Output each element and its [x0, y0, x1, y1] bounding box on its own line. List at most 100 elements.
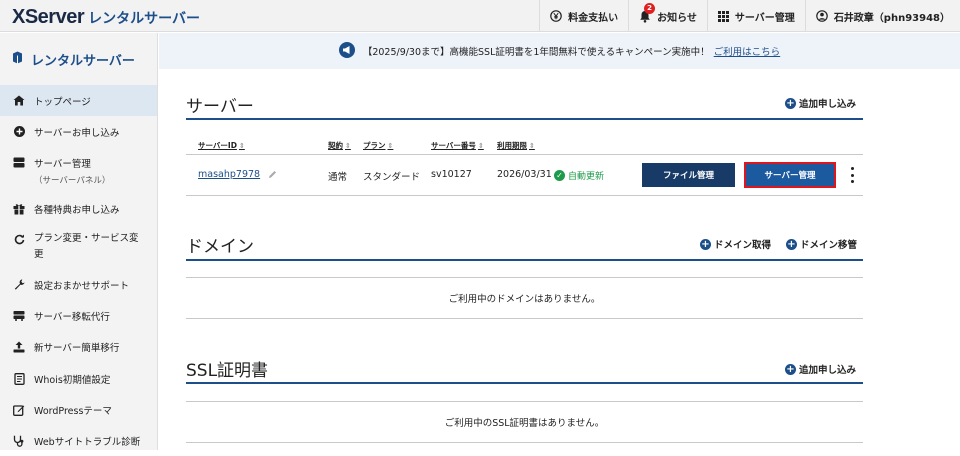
bell-icon: 2	[639, 2, 656, 23]
plus-circle-icon	[12, 126, 26, 137]
sidebar-item-plan-change[interactable]: プラン変更・サービス変更	[0, 223, 157, 269]
ssl-table-top-divider	[186, 401, 863, 402]
domain-table-top-divider	[186, 277, 863, 278]
server-mgmt-link[interactable]: サーバー管理	[706, 0, 805, 32]
sidebar-item-migration-service[interactable]: サーバー移転代行	[0, 300, 157, 331]
sidebar-item-setup-support[interactable]: 設定おまかせサポート	[0, 269, 157, 300]
campaign-banner: 【2025/9/30まで】高機能SSL証明書を1年間無料で使えるキャンペーン実施…	[159, 33, 960, 69]
sidebar-item-label: 設定おまかせサポート	[34, 280, 130, 292]
domain-acquire-link[interactable]: + ドメイン取得	[700, 237, 771, 251]
grid-icon	[717, 10, 729, 22]
sidebar-item-label: Webサイトトラブル診断	[34, 436, 141, 448]
sidebar-item-wp-theme[interactable]: WordPressテーマ	[0, 394, 157, 425]
sidebar-item-label: トップページ	[34, 96, 91, 108]
sidebar-item-label: サーバー移転代行	[34, 311, 110, 323]
notices-link[interactable]: 2 お知らせ	[628, 0, 707, 32]
col-header-server-number[interactable]: サーバー番号 ⇕	[431, 140, 484, 151]
col-header-expiry[interactable]: 利用期限 ⇕	[497, 140, 535, 151]
sidebar-title[interactable]: レンタルサーバー	[0, 33, 157, 85]
more-menu-icon[interactable]	[848, 165, 856, 185]
logo[interactable]: XServer レンタルサーバー	[12, 6, 200, 28]
ssl-section-divider	[186, 382, 863, 384]
plus-circle-icon: +	[700, 238, 711, 250]
gift-icon	[12, 203, 26, 215]
sidebar-item-whois[interactable]: Whois初期値設定	[0, 363, 157, 394]
col-header-label: サーバー番号	[431, 141, 476, 150]
ssl-add-link[interactable]: + 追加申し込み	[785, 362, 856, 376]
server-add-link[interactable]: + 追加申し込み	[785, 96, 856, 110]
server-panel-button[interactable]: サーバー管理	[744, 162, 836, 188]
user-menu[interactable]: 石井政章（phn93948）	[804, 0, 960, 32]
col-header-label: プラン	[363, 141, 386, 150]
sidebar-item-label: サーバー管理	[34, 159, 91, 170]
sidebar-item-top[interactable]: トップページ	[0, 85, 157, 116]
sidebar-item-site-diagnosis[interactable]: Webサイトトラブル診断	[0, 425, 157, 456]
sidebar-item-sublabel: （サーバーパネル）	[34, 176, 111, 186]
col-header-server-id[interactable]: サーバーID ⇕	[198, 140, 245, 151]
domain-transfer-link[interactable]: + ドメイン移管	[786, 237, 857, 251]
sidebar-item-order[interactable]: サーバーお申し込み	[0, 116, 157, 147]
col-header-label: サーバーID	[198, 141, 237, 150]
sidebar-item-easy-migration[interactable]: 新サーバー簡単移行	[0, 331, 157, 363]
server-icon	[12, 157, 26, 168]
notices-badge: 2	[644, 2, 656, 14]
ssl-section-title: SSL証明書	[186, 361, 269, 381]
domain-section-title: ドメイン	[186, 237, 254, 257]
pencil-icon[interactable]	[268, 170, 277, 179]
sidebar-item-label: 新サーバー簡単移行	[34, 343, 120, 354]
domain-table-bottom-divider	[186, 318, 863, 319]
domain-empty-message: ご利用中のドメインはありません。	[448, 294, 601, 305]
auto-renew-label: 自動更新	[568, 172, 605, 182]
sort-icon: ⇕	[529, 142, 535, 150]
server-add-label: 追加申し込み	[799, 99, 857, 110]
sidebar-item-label: WordPressテーマ	[34, 405, 112, 417]
cube-icon	[12, 51, 23, 68]
sidebar-title-label: レンタルサーバー	[31, 53, 135, 69]
top-bar: XServer レンタルサーバー 料金支払い 2 お知らせ サーバー管理 石井政…	[0, 0, 960, 32]
expiry-cell: 2026/03/31	[497, 169, 552, 180]
plan-cell: スタンダード	[363, 172, 421, 183]
stethoscope-icon	[12, 435, 26, 447]
sort-icon: ⇕	[387, 142, 394, 150]
banner-link[interactable]: ご利用はこちら	[714, 44, 781, 58]
document-icon	[12, 372, 26, 385]
server-id-link[interactable]: masahp7978	[198, 169, 260, 180]
ssl-add-label: 追加申し込み	[799, 365, 857, 376]
sidebar-item-benefits[interactable]: 各種特典お申し込み	[0, 194, 157, 223]
truck-icon	[12, 310, 26, 321]
col-header-label: 契約	[328, 141, 343, 150]
server-mgmt-label: サーバー管理	[734, 12, 795, 24]
col-header-plan[interactable]: プラン ⇕	[363, 140, 393, 151]
sidebar: レンタルサーバー トップページ サーバーお申し込み サーバー管理 （サーバーパネ…	[0, 33, 158, 450]
megaphone-icon	[338, 41, 355, 61]
sidebar-item-label: Whois初期値設定	[34, 374, 111, 386]
logo-main: XServer	[12, 6, 85, 28]
ssl-empty-message: ご利用中のSSL証明書はありません。	[444, 418, 605, 429]
domain-acquire-label: ドメイン取得	[714, 240, 772, 251]
server-number-cell: sv10127	[431, 169, 472, 180]
notices-label: お知らせ	[657, 12, 697, 24]
table-row: masahp7978	[198, 169, 277, 180]
check-circle-icon: ✓	[554, 170, 565, 181]
col-header-label: 利用期限	[497, 141, 527, 150]
domain-section-divider	[186, 259, 863, 261]
auto-renew-status: ✓ 自動更新	[554, 169, 604, 182]
wrench-icon	[12, 279, 26, 290]
sidebar-item-label: 各種特典お申し込み	[34, 204, 120, 216]
user-icon	[816, 10, 828, 22]
col-header-contract[interactable]: 契約 ⇕	[328, 140, 351, 151]
home-icon	[12, 95, 26, 106]
file-manager-button[interactable]: ファイル管理	[642, 163, 735, 187]
server-section-divider	[186, 118, 863, 120]
table-header-divider	[186, 154, 863, 155]
billing-label: 料金支払い	[568, 12, 619, 24]
sort-icon: ⇕	[345, 142, 351, 150]
sidebar-item-server-panel[interactable]: サーバー管理 （サーバーパネル）	[0, 147, 157, 194]
ssl-table-bottom-divider	[186, 442, 863, 443]
billing-link[interactable]: 料金支払い	[539, 0, 628, 32]
table-row-divider	[186, 195, 863, 196]
user-label: 石井政章（phn93948）	[833, 12, 950, 24]
sidebar-item-label: サーバーお申し込み	[34, 127, 120, 139]
plus-circle-icon: +	[786, 238, 797, 250]
sort-icon: ⇕	[477, 142, 484, 150]
